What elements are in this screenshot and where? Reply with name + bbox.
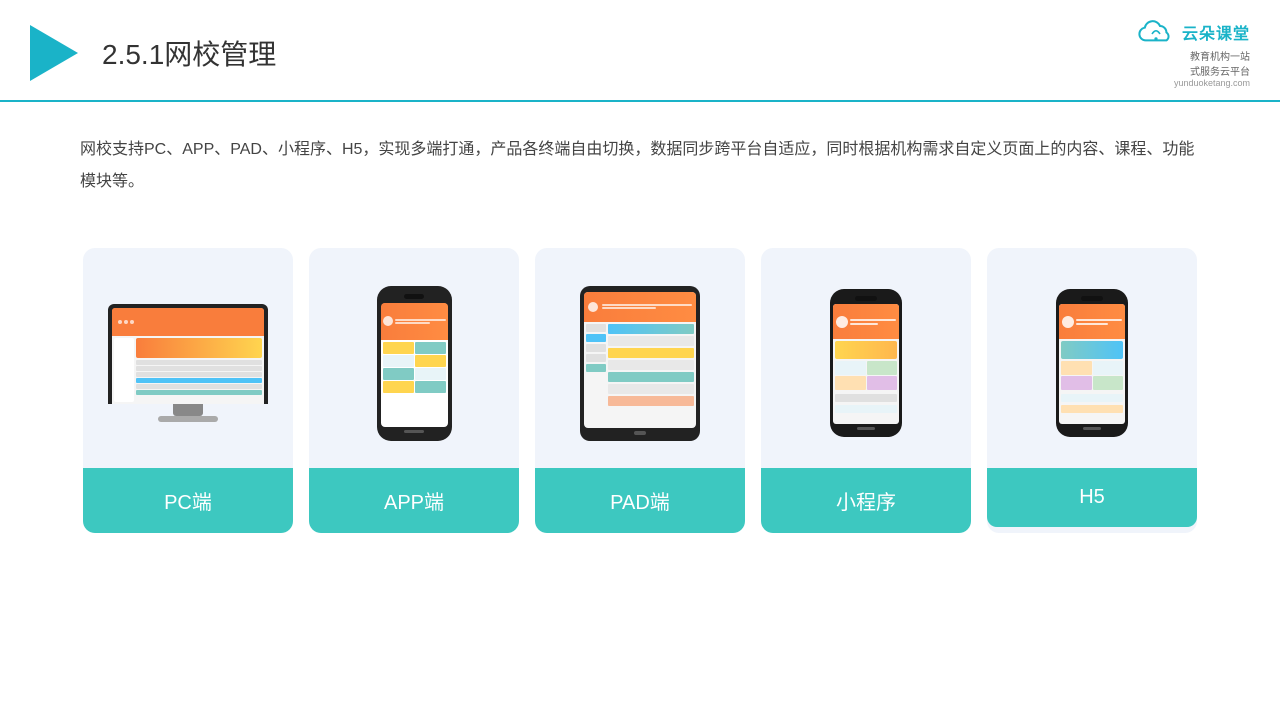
- app-label: APP端: [309, 468, 519, 533]
- pc-mockup: [108, 304, 268, 422]
- tablet-mockup: [580, 286, 700, 441]
- miniprogram-card: 小程序: [761, 248, 971, 533]
- app-phone-mockup: [377, 286, 452, 441]
- pc-card: PC端: [83, 248, 293, 533]
- pc-label: PC端: [83, 468, 293, 533]
- miniprogram-image: [761, 248, 971, 468]
- pad-card: PAD端: [535, 248, 745, 533]
- miniprogram-phone-mockup: [830, 289, 902, 437]
- brand-name: 云朵课堂: [1182, 20, 1250, 44]
- h5-label: H5: [987, 468, 1197, 527]
- app-card: APP端: [309, 248, 519, 533]
- brand-url: yunduoketang.com: [1174, 78, 1250, 88]
- header-left: 2.5.1网校管理: [30, 25, 276, 81]
- h5-image: [987, 248, 1197, 468]
- miniprogram-label: 小程序: [761, 468, 971, 533]
- app-image: [309, 248, 519, 468]
- brand-tagline: 教育机构一站式服务云平台: [1190, 48, 1250, 78]
- cloud-logo: 云朵课堂: [1136, 18, 1250, 46]
- page-header: 2.5.1网校管理 云朵课堂 教育机构一站式服务云平台 yunduoketang…: [0, 0, 1280, 102]
- description-text: 网校支持PC、APP、PAD、小程序、H5，实现多端打通，产品各终端自由切换，数…: [0, 102, 1280, 218]
- device-cards-container: PC端: [0, 228, 1280, 533]
- pad-image: [535, 248, 745, 468]
- page-title: 2.5.1网校管理: [102, 33, 276, 73]
- h5-card: H5: [987, 248, 1197, 533]
- h5-phone-mockup: [1056, 289, 1128, 437]
- logo-triangle-icon: [30, 25, 78, 81]
- brand-container: 云朵课堂 教育机构一站式服务云平台 yunduoketang.com: [1136, 18, 1250, 88]
- pc-image: [83, 248, 293, 468]
- cloud-icon: [1136, 18, 1176, 46]
- pad-label: PAD端: [535, 468, 745, 533]
